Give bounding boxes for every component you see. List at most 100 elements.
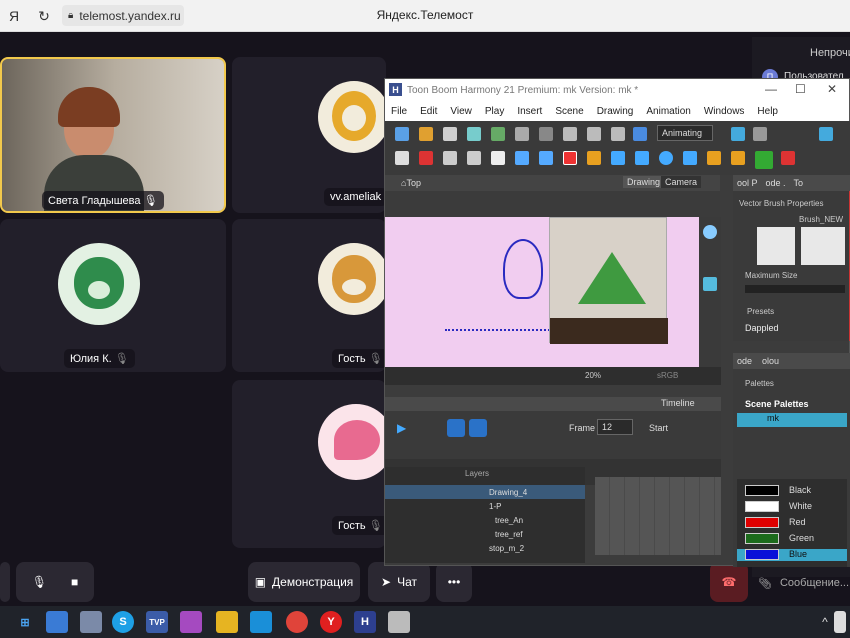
app-icon[interactable] [388, 611, 410, 633]
menu-drawing[interactable]: Drawing [597, 106, 634, 117]
brush-stroke-preview[interactable] [801, 227, 845, 265]
harmony-icon[interactable]: H [354, 611, 376, 633]
attach-icon[interactable]: 📎︎ [758, 577, 772, 590]
cutter-tool-icon[interactable] [443, 151, 457, 165]
tray-icon[interactable] [834, 611, 846, 633]
tab-node-2[interactable]: ode [737, 356, 752, 366]
tab-node[interactable]: ode . [766, 178, 786, 188]
more-button[interactable]: ••• [436, 562, 472, 602]
message-input-area[interactable]: 📎︎ Сообщение... [758, 570, 850, 596]
start-icon[interactable]: ⊞ [14, 611, 36, 633]
undo-icon[interactable] [515, 127, 529, 141]
partial-button[interactable] [0, 562, 10, 602]
dropper-tool-icon[interactable] [731, 151, 745, 165]
toonboom-window[interactable]: H Toon Boom Harmony 21 Premium: mk Versi… [384, 78, 850, 567]
stamp-tool-icon[interactable] [781, 151, 795, 165]
layer-3d-icon[interactable] [703, 277, 717, 291]
zoom-level[interactable]: 20% [585, 371, 601, 380]
arrow-tool-icon[interactable] [491, 151, 505, 165]
open-icon[interactable] [419, 127, 433, 141]
sound-icon[interactable] [469, 419, 487, 437]
yandex-icon[interactable]: Y [320, 611, 342, 633]
mic-icon[interactable]: 🎙︎ [32, 575, 47, 589]
copy-icon[interactable] [587, 127, 601, 141]
app-icon[interactable] [180, 611, 202, 633]
link-icon[interactable] [633, 127, 647, 141]
perspective-tool-icon[interactable] [515, 151, 529, 165]
maximize-icon[interactable]: ☐ [795, 82, 806, 96]
select-tool-icon[interactable] [395, 151, 409, 165]
import-icon[interactable] [467, 127, 481, 141]
size-slider[interactable] [745, 285, 845, 293]
contour-tool-icon[interactable] [419, 151, 433, 165]
camera-icon[interactable]: ■ [71, 575, 78, 589]
video-tile-3[interactable]: Юлия К. 🎙︎ [0, 219, 226, 372]
menu-insert[interactable]: Insert [517, 106, 542, 117]
menu-play[interactable]: Play [485, 106, 504, 117]
edge-icon[interactable] [250, 611, 272, 633]
chrome-icon[interactable] [286, 611, 308, 633]
swatch-white[interactable] [745, 501, 779, 512]
loop-icon[interactable] [447, 419, 465, 437]
tab-timeline[interactable]: Timeline [661, 398, 695, 408]
layer-row[interactable]: 1-P [385, 499, 585, 513]
menu-view[interactable]: View [450, 106, 472, 117]
tab-colour[interactable]: olou [762, 356, 779, 366]
layer-row[interactable]: tree_ref [385, 527, 585, 541]
new-icon[interactable] [395, 127, 409, 141]
mode-dropdown[interactable]: Animating [657, 125, 713, 141]
ellipse-tool-icon[interactable] [659, 151, 673, 165]
store-icon[interactable] [46, 611, 68, 633]
swatch-red[interactable] [745, 517, 779, 528]
smooth-tool-icon[interactable] [467, 151, 481, 165]
polyline-tool-icon[interactable] [635, 151, 649, 165]
swatch-green[interactable] [745, 533, 779, 544]
eye-icon[interactable] [703, 225, 717, 239]
tab-drawing[interactable]: Drawing [623, 176, 665, 188]
onion-icon[interactable] [753, 127, 767, 141]
layer-row[interactable]: Drawing_4 [385, 485, 585, 499]
swatch-black[interactable] [745, 485, 779, 496]
video-tile-self[interactable]: Света Гладышева 🎙︎ [0, 57, 226, 213]
folder-icon[interactable] [216, 611, 238, 633]
menu-scene[interactable]: Scene [555, 106, 583, 117]
tab-tool-props[interactable]: ool P [737, 178, 758, 188]
layer-row[interactable]: tree_An [385, 513, 585, 527]
video-tile-4[interactable]: Гость 🎙︎ [232, 219, 386, 372]
transform-icon[interactable] [819, 127, 833, 141]
envelope-tool-icon[interactable] [539, 151, 553, 165]
export-icon[interactable] [491, 127, 505, 141]
pencil-tool-icon[interactable] [587, 151, 601, 165]
menu-windows[interactable]: Windows [704, 106, 745, 117]
video-tile-2[interactable]: vv.ameliak [232, 57, 386, 213]
paint-tool-icon[interactable] [707, 151, 721, 165]
play-icon[interactable]: ▶ [397, 421, 406, 435]
swatch-blue[interactable] [745, 549, 779, 560]
character-tool-icon[interactable] [755, 151, 773, 169]
paste-icon[interactable] [611, 127, 625, 141]
menu-help[interactable]: Help [757, 106, 778, 117]
menu-edit[interactable]: Edit [420, 106, 437, 117]
redo-icon[interactable] [539, 127, 553, 141]
drawing-canvas[interactable] [385, 217, 699, 367]
skype-icon[interactable]: S [112, 611, 134, 633]
minimize-icon[interactable]: — [765, 82, 777, 96]
brush-preview[interactable] [757, 227, 795, 265]
close-icon[interactable]: ✕ [827, 82, 837, 96]
tab-camera[interactable]: Camera [661, 176, 702, 188]
brush-tool-icon[interactable] [563, 151, 577, 165]
layer-row[interactable]: stop_m_2 [385, 541, 585, 555]
line-tool-icon[interactable] [611, 151, 625, 165]
tab-tool[interactable]: To [794, 178, 804, 188]
save-icon[interactable] [443, 127, 457, 141]
tvp-icon[interactable]: TVP [146, 611, 168, 633]
video-tile-5[interactable]: Гость 🎙︎ [232, 380, 386, 548]
app-icon[interactable] [80, 611, 102, 633]
preset-item[interactable]: Dappled [745, 323, 779, 333]
menu-file[interactable]: File [391, 106, 407, 117]
demo-button[interactable]: ▣ Демонстрация [248, 562, 360, 602]
rectangle-tool-icon[interactable] [683, 151, 697, 165]
exposure-grid[interactable] [595, 477, 721, 555]
chat-button[interactable]: ➤ Чат [368, 562, 430, 602]
tray-up-icon[interactable]: ^ [814, 611, 836, 633]
